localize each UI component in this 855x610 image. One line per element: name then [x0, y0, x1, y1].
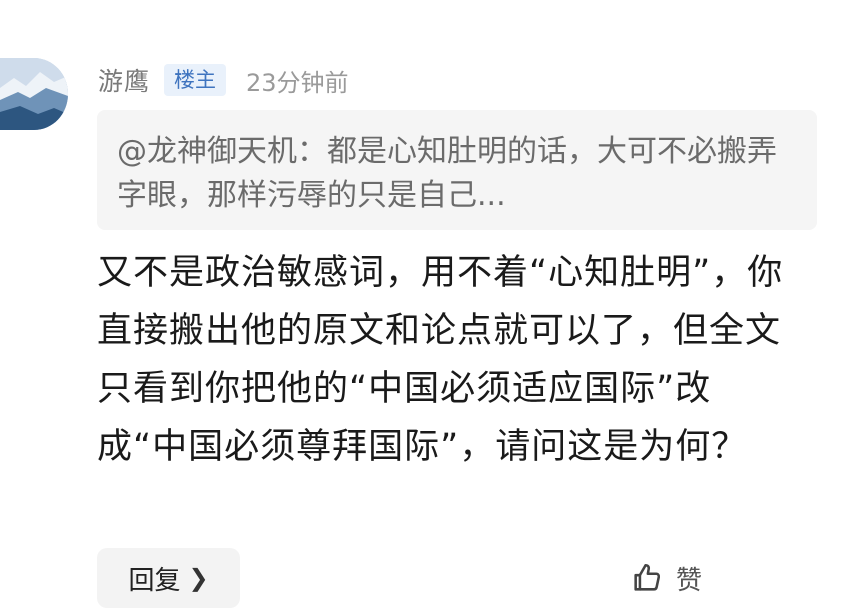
like-label: 赞 — [676, 565, 704, 596]
op-badge: 楼主 — [164, 64, 227, 96]
reply-button-label: 回复 — [128, 565, 181, 596]
quoted-comment-text: @龙神御天机：都是心知肚明的话，大可不必搬弄字眼，那样污辱的只是自己... — [117, 134, 777, 213]
reply-button[interactable]: 回复 ❯ — [97, 548, 240, 608]
username[interactable]: 游鹰 — [98, 62, 150, 98]
timestamp: 23分钟前 — [246, 68, 349, 97]
mountain-avatar-image — [0, 58, 68, 130]
thumbs-up-icon — [630, 561, 664, 595]
comment-body: 又不是政治敏感词，用不着“心知肚明”，你直接搬出他的原文和论点就可以了，但全文只… — [97, 253, 784, 467]
avatar[interactable] — [0, 58, 68, 130]
like-button[interactable]: 赞 — [630, 558, 703, 598]
comment-header: 游鹰 楼主 23分钟前 — [98, 62, 349, 98]
chevron-right-icon: ❯ — [188, 564, 209, 592]
quoted-comment[interactable]: @龙神御天机：都是心知肚明的话，大可不必搬弄字眼，那样污辱的只是自己... — [97, 110, 817, 230]
